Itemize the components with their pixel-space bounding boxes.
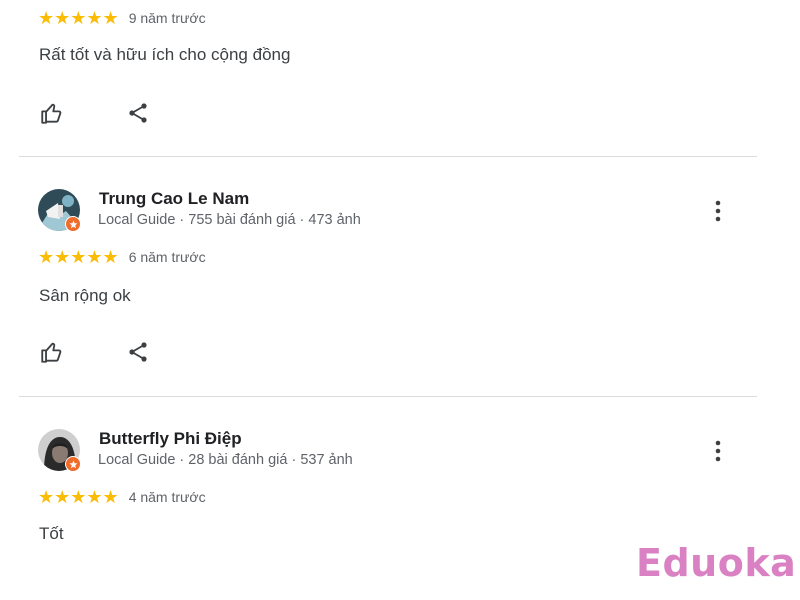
star-rating-icon: ★★★★★ [38, 247, 119, 267]
share-button[interactable] [124, 338, 152, 366]
review-divider [19, 396, 757, 397]
rating-row: ★★★★★ 4 năm trước [38, 487, 206, 507]
star-rating-icon: ★★★★★ [38, 8, 119, 28]
thumbs-up-icon [41, 342, 62, 363]
more-options-button[interactable] [706, 436, 730, 466]
more-options-button[interactable] [706, 196, 730, 226]
share-icon [129, 103, 147, 123]
like-button[interactable] [38, 99, 66, 127]
review-text: Rất tốt và hữu ích cho cộng đồng [39, 45, 291, 64]
rating-row: ★★★★★ 6 năm trước [38, 247, 206, 267]
star-rating-icon: ★★★★★ [38, 487, 119, 507]
like-button[interactable] [38, 338, 66, 366]
share-button[interactable] [124, 99, 152, 127]
thumbs-up-icon [41, 103, 62, 124]
review-text: Sân rộng ok [39, 286, 131, 305]
author-meta[interactable]: Local Guide · 755 bài đánh giá · 473 ảnh [98, 212, 361, 228]
more-vertical-icon [715, 200, 721, 222]
review-actions [38, 338, 152, 366]
review-divider [19, 156, 757, 157]
reviews-page: ★★★★★ 9 năm trước Rất tốt và hữu ích cho… [0, 0, 800, 600]
review-actions [38, 99, 152, 127]
avatar[interactable] [38, 189, 82, 233]
more-vertical-icon [715, 440, 721, 462]
review-time: 9 năm trước [128, 10, 206, 26]
author-meta[interactable]: Local Guide · 28 bài đánh giá · 537 ảnh [98, 452, 353, 468]
rating-row: ★★★★★ 9 năm trước [38, 8, 206, 28]
author-name[interactable]: Trung Cao Le Nam [99, 189, 249, 209]
eduoka-watermark-logo: Eduoka [636, 541, 797, 585]
local-guide-badge-icon [65, 456, 81, 472]
review-text: Tốt [39, 524, 64, 543]
review-time: 4 năm trước [128, 489, 206, 505]
local-guide-badge-icon [65, 216, 81, 232]
share-icon [129, 342, 147, 362]
avatar[interactable] [38, 429, 82, 473]
review-time: 6 năm trước [128, 249, 206, 265]
author-name[interactable]: Butterfly Phi Điệp [99, 429, 242, 449]
